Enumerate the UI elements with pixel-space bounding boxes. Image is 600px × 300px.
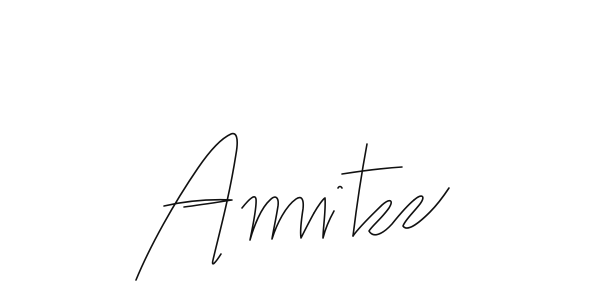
signature-stroke-e2 (402, 187, 450, 229)
signature-stroke-m (241, 196, 315, 241)
signature-stroke-e1 (352, 199, 415, 237)
signature-stroke-t-bar (341, 166, 403, 175)
signature-dot-i (337, 185, 343, 189)
handwritten-signature (135, 132, 450, 281)
signature-canvas (0, 0, 600, 300)
signature-stroke-i (313, 197, 335, 239)
